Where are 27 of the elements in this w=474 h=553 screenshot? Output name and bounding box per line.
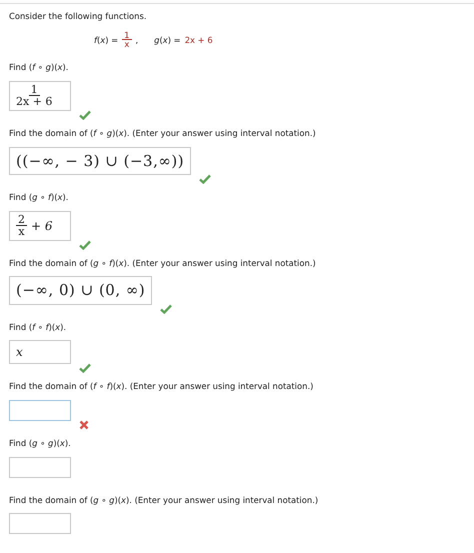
function-label: g(x) = — [154, 34, 181, 46]
answer-field[interactable]: (−∞, 0) ∪ (0, ∞) — [9, 276, 152, 305]
question-prompt: Find the domain of (f ∘ f)(x). (Enter your answer using interval notation.) — [9, 380, 314, 394]
question-prompt: Find (g ∘ f)(x). — [9, 191, 70, 204]
math-fraction: 1 2x + 6 — [16, 84, 52, 108]
answer-field[interactable] — [9, 456, 71, 478]
answer-field[interactable] — [9, 400, 71, 422]
function-value: 1 x — [122, 30, 132, 50]
question-prompt: Find the domain of (g ∘ f)(x). (Enter your answer using interval notation.) — [9, 256, 317, 270]
function-value: 2x + 6 — [184, 34, 213, 46]
answer-field[interactable] — [9, 513, 71, 534]
intro-text: Consider the following functions. — [9, 10, 148, 23]
math-expression: (−∞, 0) ∪ (0, ∞) — [16, 280, 146, 302]
question-prompt: Find (g ∘ g)(x). — [9, 437, 72, 450]
separator-text: , — [136, 34, 138, 46]
math-fraction: 2 x — [16, 214, 27, 238]
math-expression: ((−∞, − 3) ∪ (−3,∞)) — [16, 150, 184, 172]
math-expression: x — [16, 344, 23, 362]
question-prompt: Find (f ∘ f)(x). — [9, 320, 68, 334]
answer-field[interactable]: ((−∞, − 3) ∪ (−3,∞)) — [9, 146, 192, 176]
question-prompt: Find the domain of (g ∘ g)(x). (Enter your answer using interval notation.) — [9, 494, 320, 506]
math-expression: + 6 — [31, 218, 53, 235]
question-prompt: Find (f ∘ g)(x). — [9, 61, 70, 74]
answer-field[interactable]: x — [9, 340, 71, 364]
question-prompt: Find the domain of (f ∘ g)(x). (Enter your answer using interval notation.) — [9, 126, 317, 140]
function-label: f(x) = — [94, 34, 118, 46]
answer-field[interactable]: 1 2x + 6 — [9, 80, 71, 111]
